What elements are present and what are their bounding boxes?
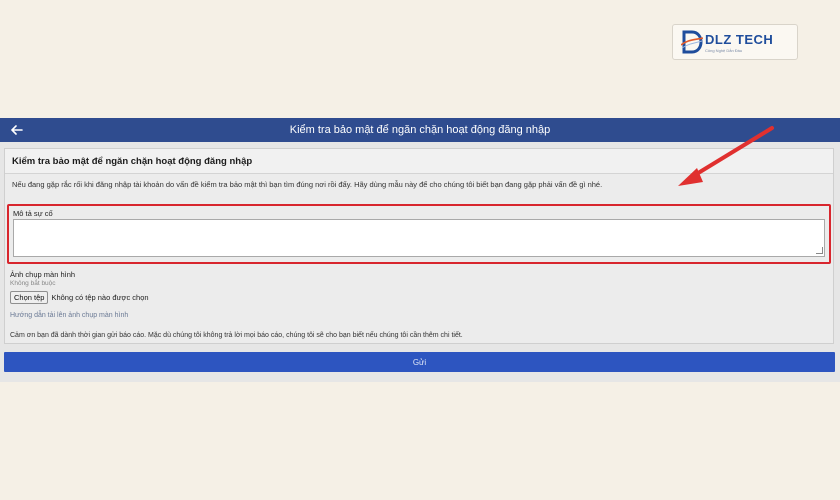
file-status: Không có tệp nào được chọn <box>51 293 149 302</box>
description-label: Mô tả sự cố <box>13 209 53 218</box>
logo-tagline: Công Nghệ Dẫn Đầu <box>705 47 743 53</box>
top-bar: Kiểm tra bảo mật để ngăn chặn hoạt động … <box>0 118 840 142</box>
report-screen: Kiểm tra bảo mật để ngăn chặn hoạt động … <box>0 118 840 382</box>
description-highlight: Mô tả sự cố <box>7 204 831 264</box>
choose-file-button[interactable]: Chọn tệp <box>10 291 49 304</box>
logo-mark-icon <box>681 30 703 54</box>
file-picker: Chọn tệp Không có tệp nào được chọn <box>10 291 149 304</box>
dlz-tech-logo: DLZ TECH Công Nghệ Dẫn Đầu <box>672 24 798 60</box>
report-form-card: Kiểm tra bảo mật để ngăn chặn hoạt động … <box>4 148 834 344</box>
resize-handle-icon[interactable] <box>816 247 823 254</box>
thanks-note: Cảm ơn bạn đã dành thời gian gửi báo cáo… <box>10 332 463 339</box>
form-heading: Kiểm tra bảo mật để ngăn chặn hoạt động … <box>5 149 833 174</box>
screenshot-optional-hint: Không bắt buộc <box>10 280 56 287</box>
description-field[interactable] <box>13 219 825 257</box>
screenshot-label: Ảnh chụp màn hình <box>10 270 76 279</box>
upload-help-link[interactable]: Hướng dẫn tải lên ảnh chụp màn hình <box>10 312 128 319</box>
logo-name: DLZ TECH <box>705 31 774 47</box>
page-title: Kiểm tra bảo mật để ngăn chặn hoạt động … <box>289 124 551 136</box>
arrow-left-icon[interactable] <box>8 121 26 139</box>
form-intro: Nếu đang gặp rắc rối khi đăng nhập tài k… <box>12 180 603 189</box>
submit-button[interactable]: Gửi <box>4 352 835 372</box>
